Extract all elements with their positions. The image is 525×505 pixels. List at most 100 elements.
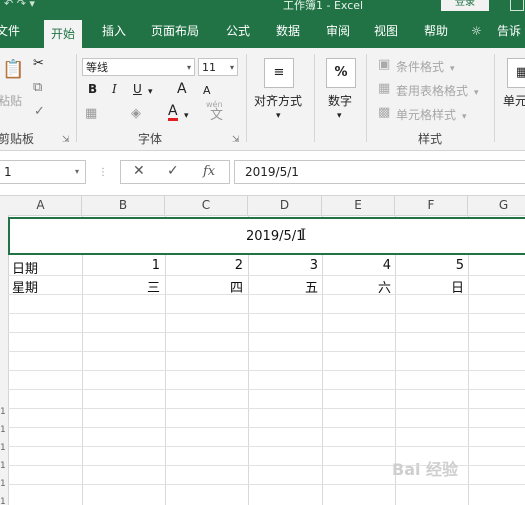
row-number[interactable]: 1 <box>0 407 6 417</box>
chevron-down-icon[interactable]: ▾ <box>450 61 455 77</box>
cell-weekday-5[interactable]: 日 <box>424 277 464 296</box>
grid-line <box>468 215 469 505</box>
enter-icon[interactable]: ✓ <box>167 163 179 179</box>
grow-font-button[interactable]: A <box>177 81 187 97</box>
conditional-format-icon[interactable]: ▣ <box>378 57 390 73</box>
grid-line <box>8 370 525 371</box>
tab-formulas[interactable]: 公式 <box>226 14 250 48</box>
fill-color-icon[interactable]: ◈ <box>131 106 141 122</box>
font-name-box[interactable]: 等线 ▾ <box>82 58 195 76</box>
paste-icon[interactable]: 📋 <box>2 61 24 79</box>
paste-label[interactable]: 粘贴 <box>0 92 22 109</box>
format-as-table-button[interactable]: 套用表格格式 <box>396 82 468 99</box>
cell-date-5[interactable]: 5 <box>424 258 464 273</box>
cell-styles-icon[interactable]: ▩ <box>378 105 390 121</box>
cell-date-3[interactable]: 3 <box>278 258 318 273</box>
shrink-font-button[interactable]: A <box>203 84 211 97</box>
underline-button[interactable]: U <box>133 82 142 96</box>
tab-file[interactable]: 文件 <box>0 14 20 48</box>
tab-data[interactable]: 数据 <box>276 14 300 48</box>
formula-input[interactable]: 2019/5/1 <box>234 160 525 184</box>
bold-button[interactable]: B <box>88 82 97 96</box>
column-header-g[interactable]: G <box>468 196 525 215</box>
column-header-c[interactable]: C <box>165 196 248 215</box>
row-number[interactable]: 1 <box>0 497 6 505</box>
column-header-b[interactable]: B <box>82 196 165 215</box>
grid-line <box>8 446 525 447</box>
italic-button[interactable]: I <box>112 82 117 96</box>
ribbon-display-icon[interactable] <box>510 0 524 11</box>
tab-help[interactable]: 帮助 <box>424 14 448 48</box>
cell-styles-button[interactable]: 单元格样式 <box>396 106 456 123</box>
quick-access-icons[interactable]: ↶ ↷ ▾ <box>4 0 35 10</box>
row-number[interactable]: 1 <box>0 425 6 435</box>
cell-weekday-1[interactable]: 三 <box>120 277 160 296</box>
cell-date-label[interactable]: 日期 <box>12 258 38 277</box>
chevron-down-icon[interactable]: ▾ <box>276 108 281 124</box>
divider <box>494 54 495 142</box>
cell-date-2[interactable]: 2 <box>203 258 243 273</box>
tab-insert[interactable]: 插入 <box>102 14 126 48</box>
alignment-icon[interactable]: ≡ <box>264 58 294 88</box>
tab-tell-me[interactable]: 告诉 <box>497 14 521 48</box>
alignment-button[interactable]: 对齐方式 <box>254 92 302 109</box>
cell-date-4[interactable]: 4 <box>351 258 391 273</box>
cells-button[interactable]: 单元 <box>503 92 525 109</box>
grid-line <box>8 351 525 352</box>
copy-icon[interactable]: ⧉ <box>33 80 42 96</box>
column-header-f[interactable]: F <box>395 196 468 215</box>
formula-bar: 1 ▾ ⋮ ✕ ✓ fx 2019/5/1 <box>0 151 525 196</box>
chevron-down-icon[interactable]: ▾ <box>148 84 153 100</box>
font-launcher-icon[interactable]: ⇲ <box>232 132 240 148</box>
chevron-down-icon[interactable]: ▾ <box>474 85 479 101</box>
row-number[interactable]: 1 <box>0 461 6 471</box>
chevron-down-icon[interactable]: ▾ <box>462 109 467 125</box>
cell-weekday-4[interactable]: 六 <box>351 277 391 296</box>
cell-weekday-3[interactable]: 五 <box>278 277 318 296</box>
cancel-icon[interactable]: ✕ <box>133 163 145 179</box>
font-size-box[interactable]: 11 ▾ <box>198 58 238 76</box>
divider <box>246 54 247 142</box>
tab-home[interactable]: 开始 <box>44 20 83 48</box>
merged-cell-value: 2019/5/1 <box>246 229 305 244</box>
font-color-button[interactable]: A <box>168 104 178 121</box>
border-icon[interactable]: ▦ <box>85 106 97 122</box>
tab-view[interactable]: 视图 <box>374 14 398 48</box>
name-box[interactable]: 1 ▾ <box>0 160 86 184</box>
grid-line <box>8 484 525 485</box>
column-header-e[interactable]: E <box>322 196 395 215</box>
number-format-button[interactable]: 数字 <box>328 92 352 109</box>
styles-group-label: 样式 <box>418 132 443 146</box>
title-bar: ↶ ↷ ▾ 工作簿1 - Excel 登录 <box>0 0 525 14</box>
grid-line <box>165 215 166 505</box>
cut-icon[interactable]: ✂ <box>33 56 44 72</box>
chevron-down-icon[interactable]: ▾ <box>184 108 189 124</box>
cells-icon[interactable]: ▦ <box>507 58 525 88</box>
cell-weekday-2[interactable]: 四 <box>203 277 243 296</box>
lightbulb-icon[interactable]: ☼ <box>471 14 482 48</box>
grid-line <box>8 427 525 428</box>
tab-page-layout[interactable]: 页面布局 <box>151 14 199 48</box>
column-header-a[interactable]: A <box>0 196 82 215</box>
chevron-down-icon[interactable]: ▾ <box>337 108 342 124</box>
chevron-down-icon: ▾ <box>186 63 191 72</box>
format-painter-icon[interactable]: ✓ <box>34 104 45 120</box>
ribbon: 📋 粘贴 ✂ ⧉ ✓ 剪贴板 ⇲ 等线 ▾ 11 ▾ B I U ▾ A A ▦ ◈… <box>0 48 525 151</box>
merged-cell-selected[interactable]: 2019/5/1 I <box>8 217 525 255</box>
clipboard-launcher-icon[interactable]: ⇲ <box>62 132 70 148</box>
format-as-table-icon[interactable]: ▦ <box>378 81 390 97</box>
cell-date-1[interactable]: 1 <box>120 258 160 273</box>
watermark: Bai 经验 <box>392 460 459 479</box>
login-button[interactable]: 登录 <box>441 0 489 11</box>
phonetic-icon: 文 <box>210 108 224 123</box>
insert-function-icon[interactable]: fx <box>203 164 215 179</box>
cell-weekday-label[interactable]: 星期 <box>12 277 38 296</box>
ribbon-tabs: 文件 开始 插入 页面布局 公式 数据 审阅 视图 帮助 ☼ 告诉 <box>0 14 525 48</box>
percent-icon[interactable]: % <box>326 58 356 88</box>
tab-review[interactable]: 审阅 <box>326 14 350 48</box>
more-icon: ⋮ <box>98 167 108 178</box>
row-number[interactable]: 1 <box>0 479 6 489</box>
row-number[interactable]: 1 <box>0 443 6 453</box>
column-header-d[interactable]: D <box>248 196 322 215</box>
conditional-format-button[interactable]: 条件格式 <box>396 58 444 75</box>
